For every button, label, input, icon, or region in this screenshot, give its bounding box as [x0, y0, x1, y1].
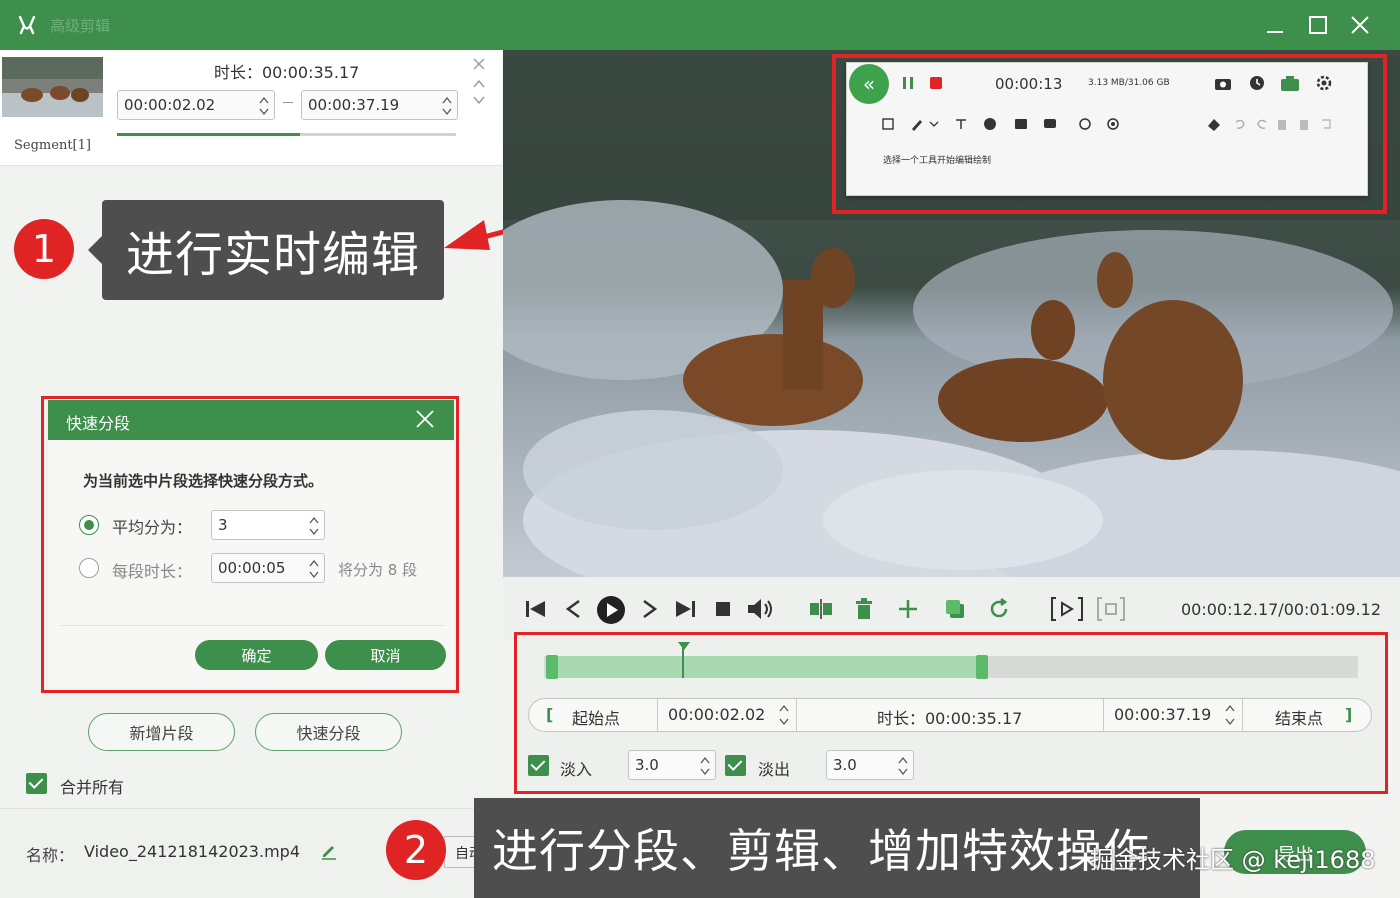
dialog-prompt: 为当前选中片段选择快速分段方式。 [83, 472, 324, 490]
pause-icon[interactable] [900, 75, 916, 91]
segment-start-input[interactable]: 00:00:02.02 [117, 90, 275, 120]
radio-segment-length[interactable] [79, 558, 99, 578]
stop-record-icon[interactable] [929, 76, 943, 90]
app-logo-icon [18, 15, 36, 35]
file-name-label: 名称： [26, 846, 75, 865]
stepper-arrows-icon[interactable] [699, 753, 711, 779]
merge-all-checkbox[interactable] [26, 773, 47, 794]
stepper-arrows-icon[interactable] [897, 753, 909, 779]
edit-actions-row[interactable] [1206, 116, 1336, 132]
annotation-badge-2: 2 [386, 820, 446, 880]
dialog-divider [60, 625, 445, 626]
copy-icon[interactable] [944, 598, 966, 620]
fade-out-label: 淡出 [758, 760, 791, 779]
schedule-icon[interactable] [1248, 74, 1266, 92]
radio-average-split[interactable] [79, 515, 99, 535]
range-dash [283, 102, 293, 103]
stepper-arrows-icon[interactable] [441, 93, 453, 119]
segment-length-input[interactable]: 00:00:05 [211, 553, 325, 583]
window-title: 高级剪辑 [50, 17, 111, 35]
segment-count-result: 将分为 8 段 [338, 561, 418, 579]
callout-pointer [88, 236, 102, 264]
toolbox-icon[interactable] [1280, 74, 1300, 92]
set-start-button[interactable]: 起始点 [572, 705, 620, 729]
cancel-button[interactable]: 取消 [325, 640, 446, 670]
timeline-selection[interactable] [548, 656, 984, 678]
divider [1103, 698, 1104, 732]
recording-size: 3.13 MB/31.06 GB [1088, 78, 1170, 88]
stop-icon[interactable] [714, 600, 732, 618]
split-icon[interactable] [808, 597, 834, 621]
drawing-tools-row[interactable] [880, 116, 1130, 132]
divider [657, 698, 658, 732]
fade-out-checkbox[interactable] [725, 755, 746, 776]
watermark: 掘金技术社区 @ keji1688 [1090, 846, 1376, 874]
maximize-icon[interactable] [1303, 10, 1333, 40]
fade-in-input[interactable]: 3.0 [628, 750, 716, 780]
stepper-arrows-icon[interactable] [308, 556, 320, 582]
fade-out-input[interactable]: 3.0 [826, 750, 914, 780]
close-window-icon[interactable] [1345, 10, 1375, 40]
playback-time: 00:00:12.17/00:01:09.12 [1181, 600, 1381, 619]
average-split-input[interactable]: 3 [211, 510, 325, 540]
stepper-arrows-icon[interactable] [778, 700, 790, 730]
collapse-icon[interactable]: « [849, 64, 889, 104]
annotation-callout-1: 进行实时编辑 [102, 200, 444, 300]
segment-thumbnail[interactable] [2, 57, 103, 117]
segment-end-input[interactable]: 00:00:37.19 [301, 90, 458, 120]
fade-in-label: 淡入 [560, 760, 593, 779]
edit-name-icon[interactable] [320, 842, 338, 860]
average-split-label: 平均分为： [112, 518, 193, 537]
segment-progress-fill [117, 133, 300, 136]
play-icon[interactable] [596, 595, 626, 625]
playhead[interactable] [682, 643, 685, 678]
skip-to-start-icon[interactable] [524, 598, 548, 620]
stepper-arrows-icon[interactable] [258, 93, 270, 119]
trim-end-handle[interactable] [976, 655, 988, 679]
stepper-arrows-icon[interactable] [308, 513, 320, 539]
merge-all-label: 合并所有 [60, 778, 125, 797]
segment-length-label: 每段时长： [112, 562, 193, 581]
set-end-button[interactable]: 结束点 [1275, 705, 1323, 729]
reset-icon[interactable] [987, 597, 1011, 621]
divider [796, 698, 797, 732]
segment-label: Segment[1] [14, 138, 91, 153]
camera-icon[interactable] [1214, 75, 1232, 91]
end-bracket-icon: ] [1345, 705, 1353, 724]
segment-duration: 时长：00:00:35.17 [214, 63, 360, 82]
fade-in-checkbox[interactable] [528, 755, 549, 776]
recorder-hint: 选择一个工具开始编辑绘制 [883, 156, 992, 166]
move-down-icon[interactable] [472, 94, 486, 106]
trim-start-handle[interactable] [546, 655, 558, 679]
confirm-button[interactable]: 确定 [195, 640, 318, 670]
dialog-title: 快速分段 [66, 414, 131, 433]
volume-icon[interactable] [746, 597, 774, 621]
skip-to-end-icon[interactable] [673, 598, 697, 620]
start-time-input[interactable]: 00:00:02.02 [668, 705, 765, 724]
start-bracket-icon: [ [546, 705, 554, 724]
annotation-badge-1: 1 [14, 219, 74, 279]
stepper-arrows-icon[interactable] [1224, 700, 1236, 730]
remove-segment-icon[interactable] [472, 57, 486, 71]
previous-frame-icon[interactable] [563, 598, 583, 620]
add-icon[interactable] [897, 598, 919, 620]
settings-icon[interactable] [1315, 74, 1333, 92]
file-name-value: Video_241218142023.mp4 [84, 842, 300, 861]
delete-icon[interactable] [854, 597, 874, 621]
fit-frame-icon[interactable] [1096, 596, 1126, 622]
move-up-icon[interactable] [472, 78, 486, 90]
trim-duration: 时长：00:00:35.17 [877, 709, 1023, 728]
next-frame-icon[interactable] [640, 598, 660, 620]
title-bar [0, 0, 1400, 50]
end-time-input[interactable]: 00:00:37.19 [1114, 705, 1211, 724]
play-selection-icon[interactable] [1050, 596, 1084, 622]
divider [1242, 698, 1243, 732]
dialog-close-icon[interactable] [414, 408, 436, 430]
quick-split-button[interactable]: 快速分段 [255, 713, 402, 751]
minimize-icon[interactable] [1260, 10, 1290, 40]
add-segment-button[interactable]: 新增片段 [88, 713, 235, 751]
recording-time: 00:00:13 [995, 75, 1063, 93]
